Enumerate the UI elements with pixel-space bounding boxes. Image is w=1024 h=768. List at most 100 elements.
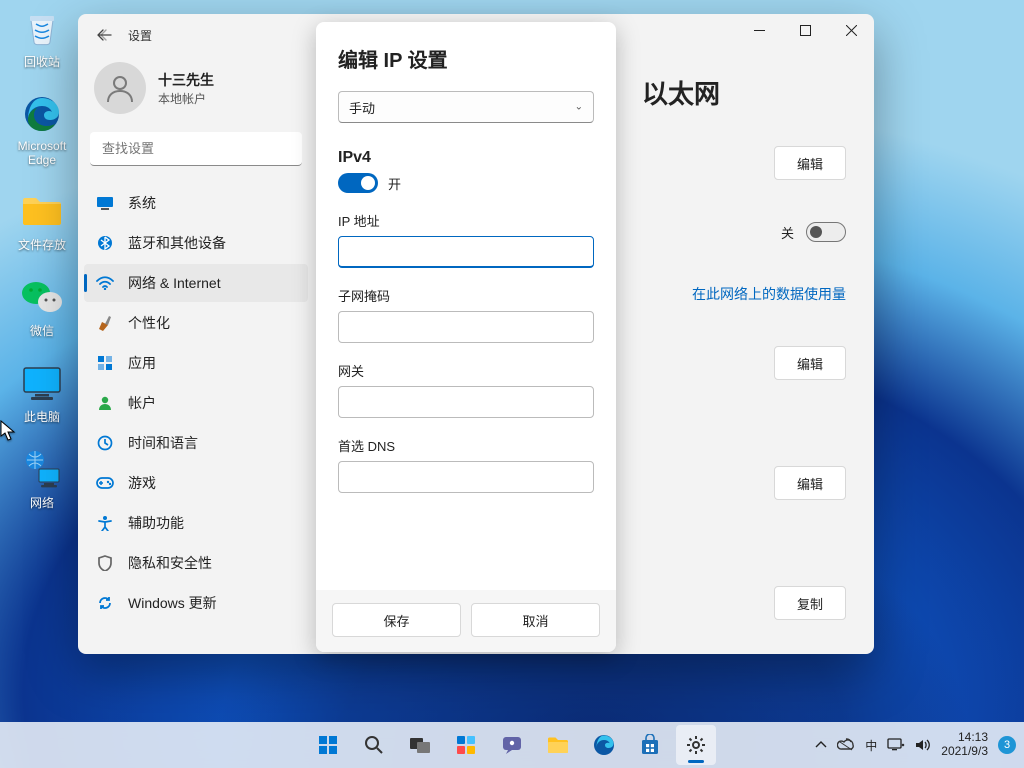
desktop-icon-label: 网络 [30,494,54,511]
desktop-icon-network[interactable]: 网络 [6,447,78,511]
onedrive-icon[interactable] [837,738,855,752]
nav-apps[interactable]: 应用 [84,344,308,382]
app-title: 设置 [128,27,152,44]
close-button[interactable] [828,14,874,46]
toggle-off[interactable] [806,222,846,242]
nav: 系统 蓝牙和其他设备 网络 & Internet 个性化 应用 帐户 时间和语言… [84,184,308,622]
mask-label: 子网掩码 [338,286,594,305]
nav-time-language[interactable]: 时间和语言 [84,424,308,462]
ip-settings-modal: 编辑 IP 设置 手动 ⌄ IPv4 开 IP 地址 子网掩码 网关 首选 DN… [316,22,616,652]
maximize-button[interactable] [782,14,828,46]
nav-label: 帐户 [128,393,156,413]
widgets-button[interactable] [446,725,486,765]
nav-label: 隐私和安全性 [128,553,212,573]
bluetooth-icon [96,234,114,252]
chat-button[interactable] [492,725,532,765]
nav-personalization[interactable]: 个性化 [84,304,308,342]
ipv4-toggle[interactable] [338,173,378,193]
settings-taskbar-button[interactable] [676,725,716,765]
nav-accounts[interactable]: 帐户 [84,384,308,422]
folder-icon [20,189,64,233]
toggle-off-label: 关 [781,223,794,242]
user-name: 十三先生 [158,70,214,90]
task-view-button[interactable] [400,725,440,765]
shield-icon [96,554,114,572]
edge-taskbar-button[interactable] [584,725,624,765]
mode-select[interactable]: 手动 ⌄ [338,91,594,123]
avatar [94,62,146,114]
dns1-input[interactable] [338,461,594,493]
nav-accessibility[interactable]: 辅助功能 [84,504,308,542]
toggle-on-label: 开 [388,174,401,193]
desktop-icon-edge[interactable]: Microsoft Edge [6,92,78,167]
accessibility-icon [96,514,114,532]
desktop-icon-folder[interactable]: 文件存放 [6,189,78,253]
nav-label: 蓝牙和其他设备 [128,233,226,253]
desktop-icons: 回收站 Microsoft Edge 文件存放 微信 此电脑 [6,6,78,511]
copy-button[interactable]: 复制 [774,586,846,620]
mask-input[interactable] [338,311,594,343]
user-block[interactable]: 十三先生 本地帐户 [84,56,308,132]
desktop-icon-label: 微信 [30,322,54,339]
ime-indicator[interactable]: 中 [865,737,877,754]
search-input[interactable] [90,132,302,166]
sidebar: 十三先生 本地帐户 系统 蓝牙和其他设备 网络 & Internet 个性化 应… [78,56,314,654]
clock[interactable]: 14:13 2021/9/3 [941,731,988,759]
nav-label: 网络 & Internet [128,273,221,293]
edit-button[interactable]: 编辑 [774,146,846,180]
page-title: 以太网 [642,74,856,111]
nav-network[interactable]: 网络 & Internet [84,264,308,302]
nav-system[interactable]: 系统 [84,184,308,222]
nav-label: 系统 [128,193,156,213]
cancel-button[interactable]: 取消 [471,603,600,637]
network-tray-icon[interactable] [887,737,905,753]
ip-input[interactable] [338,236,594,268]
volume-tray-icon[interactable] [915,738,931,752]
taskbar: 中 14:13 2021/9/3 3 [0,722,1024,768]
nav-label: 应用 [128,353,156,373]
update-icon [96,594,114,612]
start-button[interactable] [308,725,348,765]
metered-toggle-row: 关 [781,222,846,242]
ipv4-heading: IPv4 [338,149,594,167]
dns1-label: 首选 DNS [338,436,594,455]
clock-icon [96,434,114,452]
nav-windows-update[interactable]: Windows 更新 [84,584,308,622]
date: 2021/9/3 [941,745,988,759]
user-sub: 本地帐户 [158,90,214,107]
data-usage-link[interactable]: 在此网络上的数据使用量 [692,284,846,304]
nav-bluetooth[interactable]: 蓝牙和其他设备 [84,224,308,262]
edit-button-2[interactable]: 编辑 [774,346,846,380]
mode-value: 手动 [349,98,375,117]
recycle-bin-icon [20,6,64,50]
brush-icon [96,314,114,332]
save-button[interactable]: 保存 [332,603,461,637]
desktop-icon-recycle-bin[interactable]: 回收站 [6,6,78,70]
notification-badge[interactable]: 3 [998,736,1016,754]
gateway-input[interactable] [338,386,594,418]
nav-label: 时间和语言 [128,433,198,453]
apps-icon [96,354,114,372]
wechat-icon [20,275,64,319]
desktop: 回收站 Microsoft Edge 文件存放 微信 此电脑 [0,0,1024,768]
nav-label: 个性化 [128,313,170,333]
tray-chevron-up-icon[interactable] [815,740,827,750]
nav-gaming[interactable]: 游戏 [84,464,308,502]
edge-icon [20,92,64,136]
desktop-icon-label: 文件存放 [18,236,66,253]
desktop-icon-label: 此电脑 [24,408,60,425]
nav-privacy[interactable]: 隐私和安全性 [84,544,308,582]
network-icon [20,447,64,491]
minimize-button[interactable] [736,14,782,46]
store-button[interactable] [630,725,670,765]
desktop-icon-this-pc[interactable]: 此电脑 [6,361,78,425]
system-tray: 中 14:13 2021/9/3 3 [815,731,1016,759]
search-button[interactable] [354,725,394,765]
back-button[interactable] [90,20,120,50]
explorer-button[interactable] [538,725,578,765]
chevron-down-icon: ⌄ [575,102,583,113]
desktop-icon-wechat[interactable]: 微信 [6,275,78,339]
gateway-label: 网关 [338,361,594,380]
edit-button-3[interactable]: 编辑 [774,466,846,500]
monitor-icon [20,361,64,405]
